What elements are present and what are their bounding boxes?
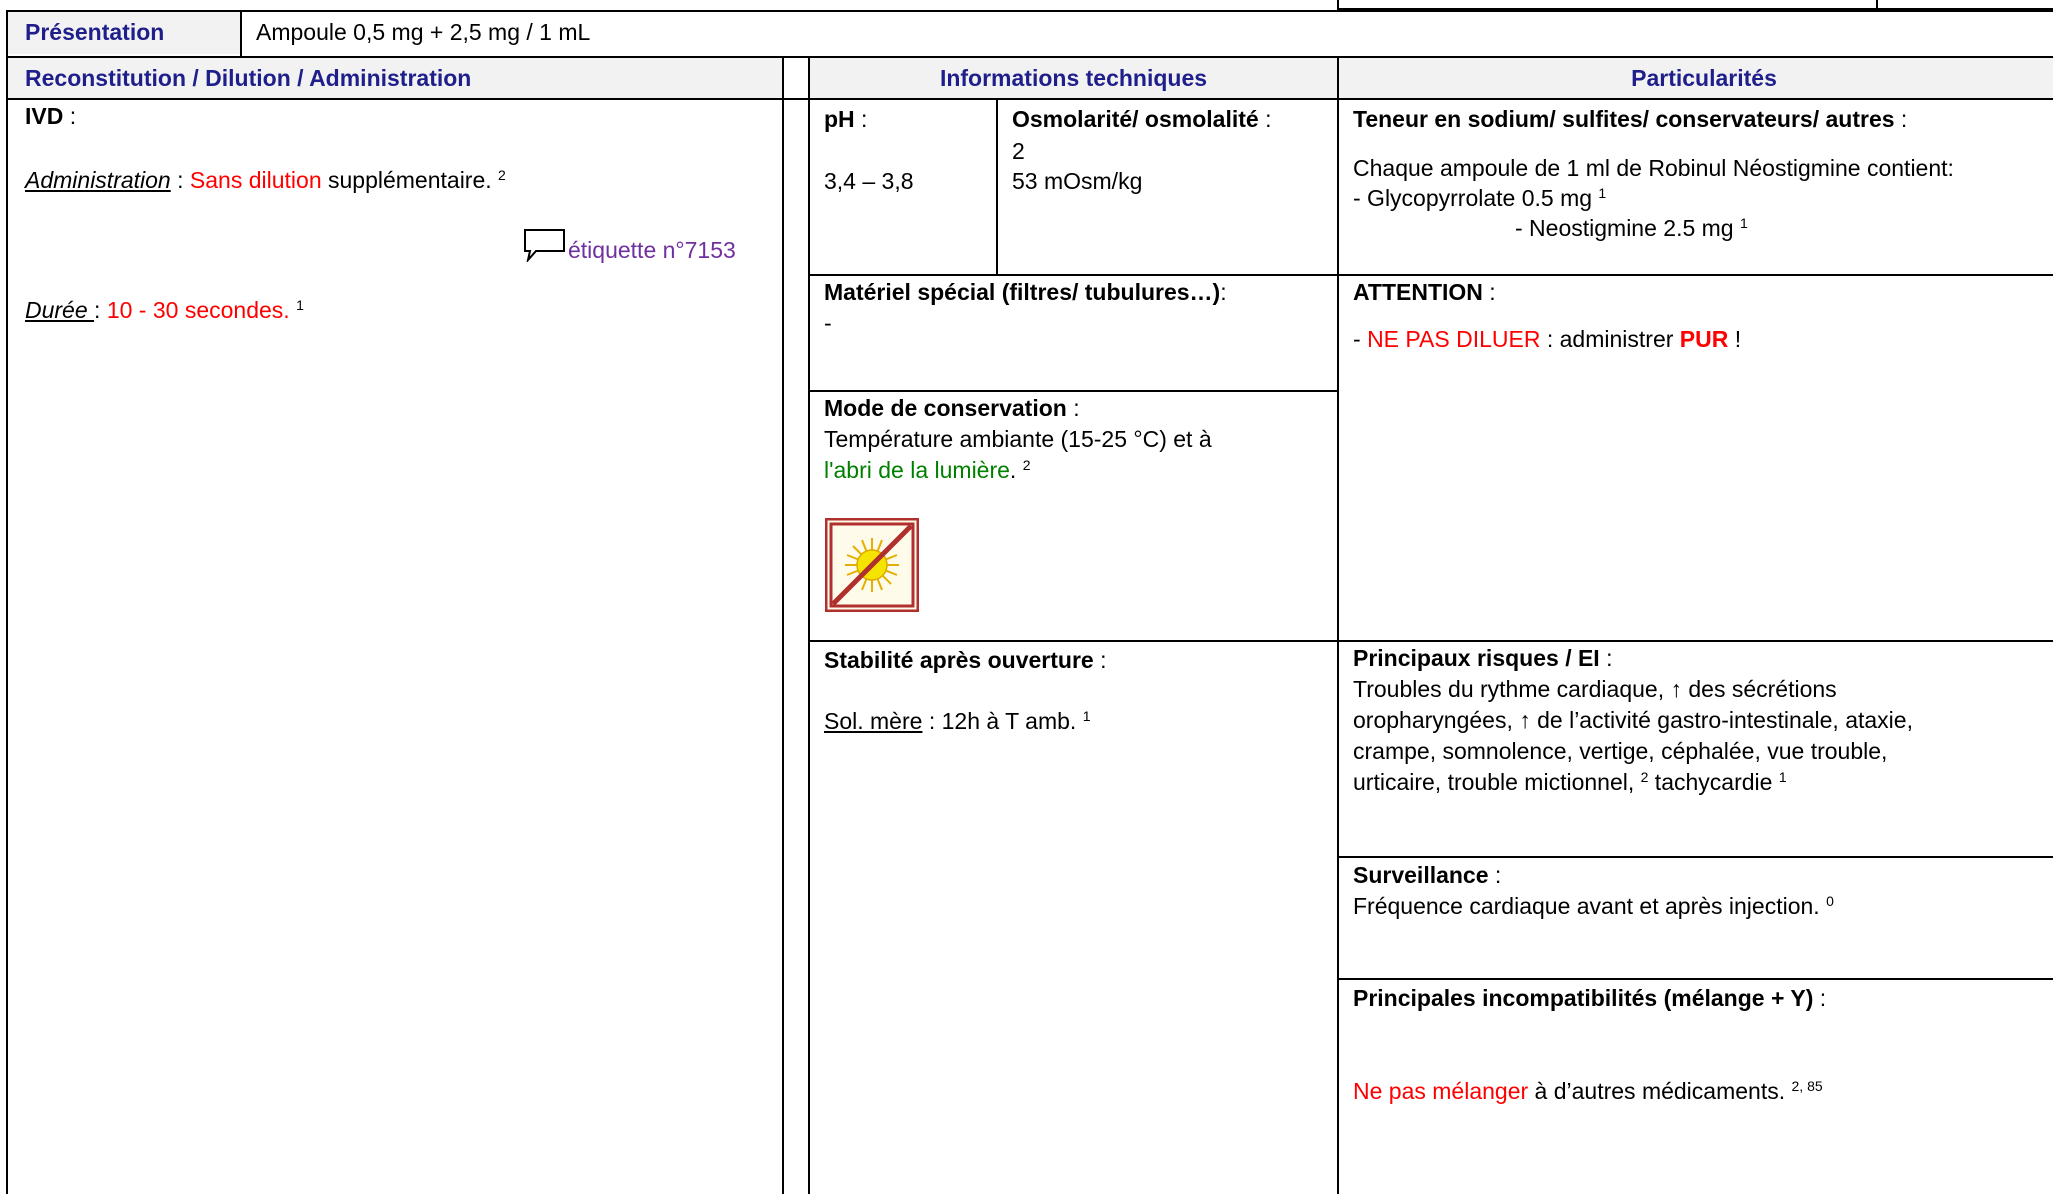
teneur-line2: - Glycopyrrolate 0.5 mg 1: [1353, 185, 1607, 211]
table-border: [808, 274, 2053, 276]
risques-label: Principaux risques / EI :: [1353, 645, 1613, 671]
risques-line2: oropharyngées, ↑ de l’activité gastro-in…: [1353, 707, 1913, 733]
table-border: [6, 98, 2053, 100]
table-border: [1337, 978, 2053, 980]
header-reconstitution: Reconstitution / Dilution / Administrati…: [25, 65, 472, 91]
table-border: [240, 10, 242, 56]
teneur-line3: - Neostigmine 2.5 mg 1: [1515, 215, 1748, 241]
conservation-line1: Température ambiante (15-25 °C) et à: [824, 426, 1212, 452]
materiel-value: -: [824, 310, 832, 336]
presentation-label: Présentation: [25, 19, 165, 45]
stabilite-label: Stabilité après ouverture :: [824, 647, 1107, 673]
etiquette-link[interactable]: étiquette n°7153: [568, 235, 736, 265]
risques-line1: Troubles du rythme cardiaque, ↑ des sécr…: [1353, 676, 1837, 702]
table-border: [6, 10, 8, 1194]
osmolarite-value: 2: [1012, 138, 1025, 164]
presentation-value: Ampoule 0,5 mg + 2,5 mg / 1 mL: [256, 19, 591, 45]
ph-value: 3,4 – 3,8: [824, 168, 914, 194]
table-border: [808, 390, 1338, 392]
table-border: [1337, 856, 2053, 858]
table-border: [996, 98, 998, 274]
stabilite-value: Sol. mère : 12h à T amb. 1: [824, 708, 1091, 734]
conservation-line2: l'abri de la lumière. 2: [824, 457, 1031, 483]
teneur-label: Teneur en sodium/ sulfites/ conservateur…: [1353, 106, 1908, 132]
risques-line4: urticaire, trouble mictionnel, 2 tachyca…: [1353, 769, 1787, 795]
ivd-duree: Durée : 10 - 30 secondes. 1: [25, 297, 304, 323]
osmolarite-value: 53 mOsm/kg: [1012, 168, 1143, 194]
risques-line3: crampe, somnolence, vertige, céphalée, v…: [1353, 738, 1888, 764]
table-border: [782, 56, 784, 1194]
table-border: [6, 56, 2053, 58]
attention-label: ATTENTION :: [1353, 279, 1496, 305]
table-border: [808, 56, 810, 1194]
conservation-label: Mode de conservation :: [824, 395, 1080, 421]
ivd-administration: Administration : Sans dilution supplémen…: [25, 167, 506, 193]
ph-label: pH :: [824, 106, 868, 132]
table-border: [1337, 56, 1339, 1194]
teneur-line1: Chaque ampoule de 1 ml de Robinul Néosti…: [1353, 155, 1954, 181]
header-info: Informations techniques: [939, 65, 1208, 91]
materiel-label: Matériel spécial (filtres/ tubulures…):: [824, 279, 1227, 305]
comment-icon[interactable]: [523, 228, 567, 262]
surveillance-value: Fréquence cardiaque avant et après injec…: [1353, 893, 1834, 919]
header-particularites: Particularités: [1631, 65, 1777, 91]
ivd-title: IVD :: [25, 103, 77, 129]
table-border: [6, 10, 2053, 12]
table-border: [808, 640, 2053, 642]
incompat-value: Ne pas mélanger à d’autres médicaments. …: [1353, 1078, 1823, 1104]
incompat-label: Principales incompatibilités (mélange + …: [1353, 985, 1827, 1011]
table-border: [1337, 0, 1339, 10]
no-sunlight-icon: [825, 518, 919, 612]
surveillance-label: Surveillance :: [1353, 862, 1502, 888]
table-border: [1876, 0, 1878, 10]
attention-text: - NE PAS DILUER : administrer PUR !: [1353, 326, 1742, 352]
osmolarite-label: Osmolarité/ osmolalité :: [1012, 106, 1272, 132]
